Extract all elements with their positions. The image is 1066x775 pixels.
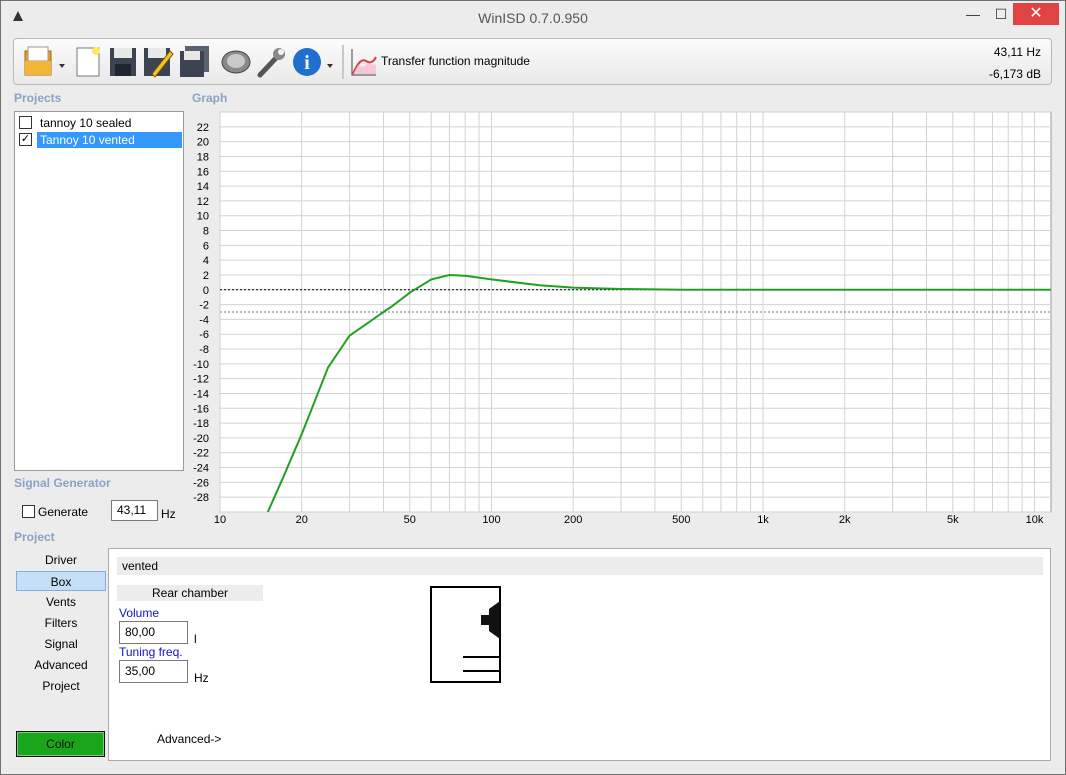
- y-tick-label: 2: [203, 270, 209, 282]
- maximize-button[interactable]: ☐: [987, 3, 1015, 25]
- generator-unit: Hz: [161, 507, 176, 521]
- y-tick-label: -10: [193, 359, 209, 371]
- toolbar: i Transfer function magnitude 43,11 Hz -…: [13, 38, 1052, 85]
- y-tick-label: -16: [193, 403, 209, 415]
- x-tick-label: 20: [296, 514, 308, 526]
- window-title: WinISD 0.7.0.950: [478, 10, 588, 26]
- close-button[interactable]: ✕: [1013, 3, 1059, 25]
- project-checkbox[interactable]: [19, 116, 32, 129]
- projects-list[interactable]: tannoy 10 sealed ✓ Tannoy 10 vented: [14, 111, 184, 471]
- x-tick-label: 500: [672, 514, 690, 526]
- y-tick-label: -12: [193, 374, 209, 386]
- rear-chamber-header: Rear chamber: [117, 585, 263, 601]
- y-tick-label: -22: [193, 448, 209, 460]
- tuning-freq-label: Tuning freq.: [119, 645, 183, 659]
- project-checkbox[interactable]: ✓: [19, 133, 32, 146]
- y-tick-label: -6: [199, 329, 209, 341]
- nav-filters[interactable]: Filters: [16, 613, 106, 633]
- x-tick-label: 10: [214, 514, 226, 526]
- generator-frequency-input[interactable]: 43,11: [111, 500, 158, 521]
- wrench-icon[interactable]: [256, 45, 288, 79]
- project-item[interactable]: ✓ Tannoy 10 vented: [19, 132, 182, 148]
- color-button[interactable]: Color: [16, 731, 105, 757]
- x-tick-label: 200: [564, 514, 582, 526]
- box-panel: vented Rear chamber Volume 80,00 l Tunin…: [108, 548, 1051, 761]
- toolbar-separator: [342, 45, 344, 79]
- volume-input[interactable]: 80,00: [119, 621, 188, 644]
- y-tick-label: -4: [199, 314, 209, 326]
- graph-label: Graph: [192, 91, 228, 105]
- nav-driver[interactable]: Driver: [16, 550, 106, 570]
- title-bar[interactable]: WinISD 0.7.0.950 — ☐ ✕: [1, 1, 1065, 33]
- y-tick-label: 14: [197, 181, 209, 193]
- x-tick-label: 5k: [947, 514, 959, 526]
- x-tick-label: 10k: [1026, 514, 1044, 526]
- x-tick-label: 50: [404, 514, 416, 526]
- y-tick-label: 16: [197, 166, 209, 178]
- y-tick-label: -2: [199, 300, 209, 312]
- nav-advanced[interactable]: Advanced: [16, 655, 106, 675]
- y-tick-label: -8: [199, 344, 209, 356]
- svg-text:i: i: [304, 52, 310, 74]
- cursor-level-readout: -6,173 dB: [988, 67, 1041, 81]
- project-section-label: Project: [14, 530, 55, 544]
- vented-box-diagram: [430, 586, 501, 683]
- y-tick-label: 6: [203, 240, 209, 252]
- y-tick-label: 22: [197, 122, 209, 134]
- tuning-freq-input[interactable]: 35,00: [119, 660, 188, 683]
- nav-vents[interactable]: Vents: [16, 592, 106, 612]
- y-tick-label: -20: [193, 433, 209, 445]
- minimize-button[interactable]: —: [959, 3, 987, 25]
- y-tick-label: 10: [197, 211, 209, 223]
- cursor-frequency-readout: 43,11 Hz: [993, 45, 1041, 59]
- save-all-icon[interactable]: [178, 45, 212, 79]
- transfer-function-icon[interactable]: [348, 45, 378, 79]
- x-tick-label: 1k: [757, 514, 769, 526]
- y-tick-label: -18: [193, 418, 209, 430]
- y-tick-label: -24: [193, 463, 209, 475]
- advanced-link[interactable]: Advanced->: [157, 732, 221, 746]
- generate-checkbox[interactable]: [22, 505, 35, 518]
- x-tick-label: 2k: [839, 514, 851, 526]
- y-tick-label: -28: [193, 492, 209, 504]
- y-tick-label: 20: [197, 137, 209, 149]
- nav-box[interactable]: Box: [16, 571, 106, 591]
- speaker-icon[interactable]: [220, 45, 252, 79]
- volume-unit: l: [194, 632, 197, 646]
- generate-label[interactable]: Generate: [38, 505, 88, 519]
- y-tick-label: 18: [197, 151, 209, 163]
- nav-signal[interactable]: Signal: [16, 634, 106, 654]
- y-tick-label: 0: [203, 285, 209, 297]
- graph-type-label[interactable]: Transfer function magnitude: [381, 54, 530, 68]
- app-window: WinISD 0.7.0.950 — ☐ ✕ i Transfer functi…: [0, 0, 1066, 775]
- y-tick-label: 8: [203, 226, 209, 238]
- box-type-field[interactable]: vented: [117, 557, 1043, 575]
- project-item[interactable]: tannoy 10 sealed: [19, 115, 182, 131]
- y-tick-label: -14: [193, 388, 209, 400]
- save-icon[interactable]: [108, 45, 138, 79]
- nav-project[interactable]: Project: [16, 676, 106, 696]
- y-tick-label: 4: [203, 255, 209, 267]
- signal-generator-label: Signal Generator: [14, 476, 111, 490]
- volume-label: Volume: [119, 606, 160, 620]
- tuning-freq-unit: Hz: [194, 671, 209, 685]
- y-tick-label: -26: [193, 477, 209, 489]
- new-icon[interactable]: [74, 45, 104, 79]
- y-tick-label: 12: [197, 196, 209, 208]
- save-as-icon[interactable]: [142, 45, 174, 79]
- open-icon[interactable]: [22, 45, 68, 79]
- info-icon[interactable]: i: [292, 45, 338, 79]
- transfer-function-chart[interactable]: 2220181614121086420-2-4-6-8-10-12-14-16-…: [188, 109, 1054, 529]
- projects-label: Projects: [14, 91, 62, 105]
- project-name[interactable]: tannoy 10 sealed: [37, 115, 134, 131]
- project-name[interactable]: Tannoy 10 vented: [37, 132, 182, 148]
- x-tick-label: 100: [482, 514, 500, 526]
- graph-panel[interactable]: 22 20 18 16 14 12 10 8 6 4 2 0 -2 -4 -6 -8 -10 -12 -14 -16-…: [188, 109, 1054, 529]
